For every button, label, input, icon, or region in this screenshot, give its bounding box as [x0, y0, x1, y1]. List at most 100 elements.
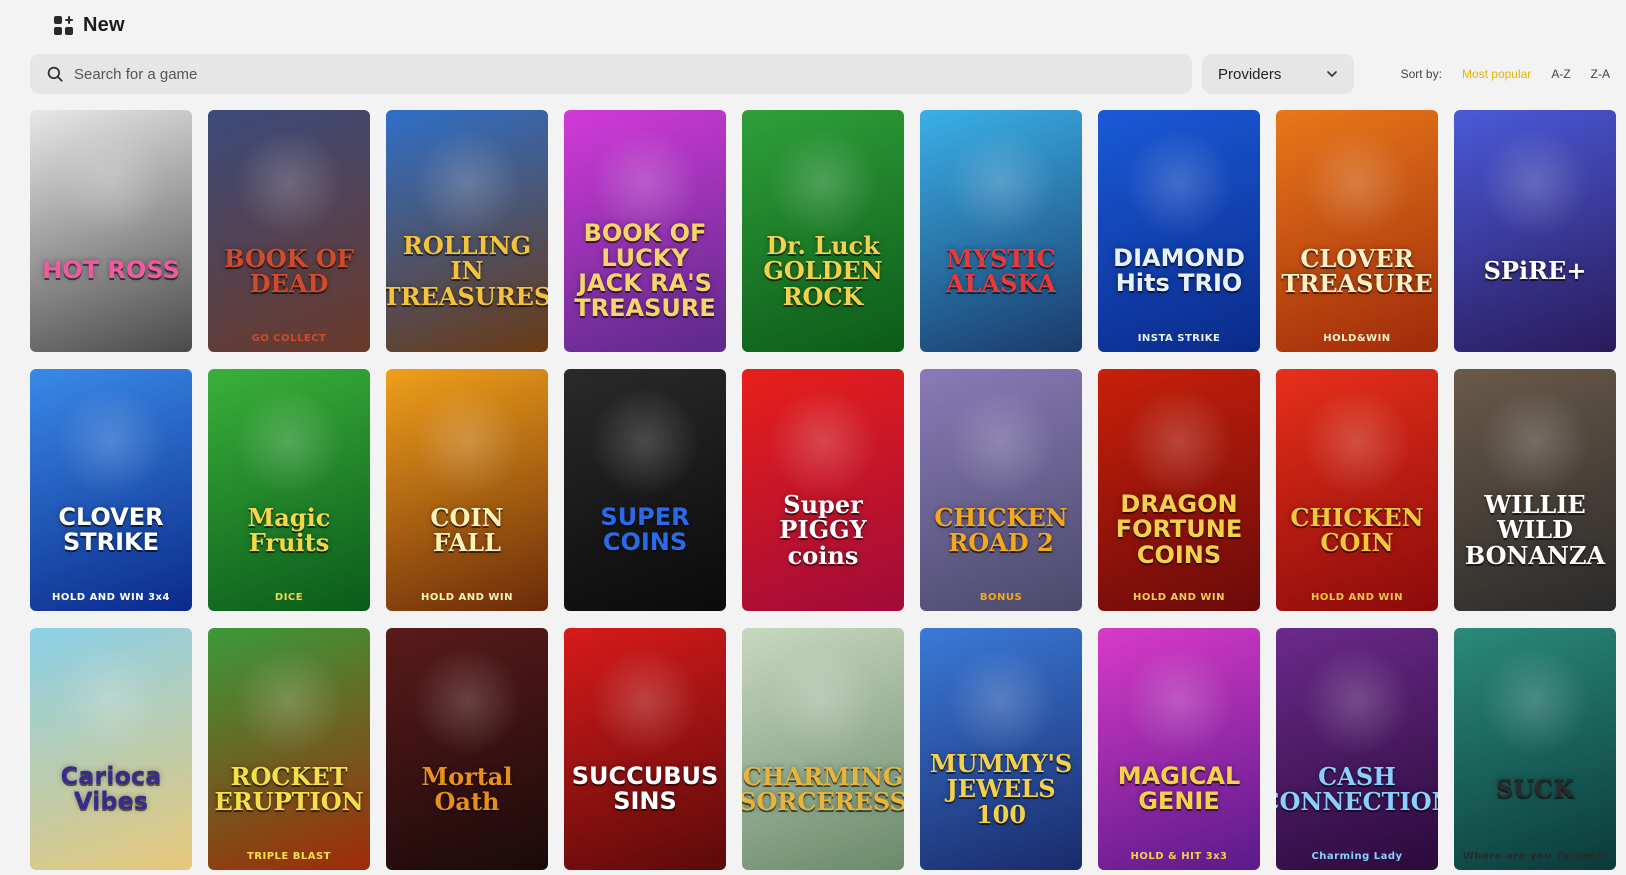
- sort-a-z[interactable]: A-Z: [1551, 67, 1570, 81]
- game-title: CHARMING SORCERESS: [742, 761, 904, 816]
- tile-artwork-glow: [1302, 387, 1412, 497]
- game-title: Super PIGGY coins: [779, 490, 867, 570]
- game-title: Dr. Luck GOLDEN ROCK: [763, 231, 883, 311]
- game-title: BOOK OF DEAD: [224, 243, 354, 298]
- tile-artwork-glow: [768, 646, 878, 756]
- sort-most-popular[interactable]: Most popular: [1462, 67, 1531, 81]
- game-title: HOT ROSS: [42, 256, 180, 285]
- game-tile[interactable]: Carioca Vibes: [30, 628, 192, 870]
- tile-artwork-glow: [1302, 128, 1412, 238]
- game-tile[interactable]: ROCKET ERUPTION TRIPLE BLAST: [208, 628, 370, 870]
- game-title: WILLIE WILD BONANZA: [1464, 490, 1606, 570]
- game-tile[interactable]: Mortal Oath: [386, 628, 548, 870]
- new-games-grid-icon: [54, 15, 73, 35]
- game-title: DIAMOND Hits TRIO: [1113, 243, 1245, 297]
- tile-artwork-glow: [946, 128, 1056, 238]
- game-tile[interactable]: SUPER COINS: [564, 369, 726, 611]
- tile-artwork-glow: [1124, 646, 1234, 756]
- tile-artwork-glow: [56, 387, 166, 497]
- game-tile[interactable]: CHICKEN ROAD 2 BONUS: [920, 369, 1082, 611]
- toolbar: Providers Sort by: Most popular A-Z Z-A: [30, 54, 1610, 94]
- game-tile[interactable]: MYSTIC ALASKA: [920, 110, 1082, 352]
- game-title: DRAGON FORTUNE COINS: [1115, 490, 1243, 569]
- tile-artwork-glow: [1302, 646, 1412, 756]
- game-subtitle: Charming Lady: [1311, 851, 1403, 862]
- game-tile[interactable]: MAGICAL GENIE HOLD & HIT 3x3: [1098, 628, 1260, 870]
- game-subtitle: HOLD AND WIN 3x4: [52, 592, 170, 603]
- tile-artwork-glow: [56, 128, 166, 238]
- search-icon: [47, 66, 63, 82]
- game-title: Magic Fruits: [247, 502, 331, 557]
- game-title: MAGICAL GENIE: [1117, 761, 1241, 815]
- tile-artwork-glow: [1480, 387, 1590, 497]
- game-tile[interactable]: SUCK Where are you Tucker?!: [1454, 628, 1616, 870]
- search-bar[interactable]: [30, 54, 1192, 94]
- game-tile[interactable]: SPiRE+: [1454, 110, 1616, 352]
- game-tile[interactable]: CLOVER TREASURE HOLD&WIN: [1276, 110, 1438, 352]
- game-tile[interactable]: BOOK OF LUCKY JACK RA'S TREASURE: [564, 110, 726, 352]
- page-header: New: [54, 12, 125, 38]
- tile-artwork-glow: [56, 646, 166, 756]
- game-title: MUMMY'S JEWELS 100: [929, 749, 1073, 829]
- game-subtitle: BONUS: [979, 592, 1023, 603]
- game-tile[interactable]: HOT ROSS: [30, 110, 192, 352]
- game-tile[interactable]: MUMMY'S JEWELS 100: [920, 628, 1082, 870]
- tile-artwork-glow: [590, 646, 700, 756]
- game-title: SPiRE+: [1483, 256, 1587, 286]
- tile-artwork-glow: [234, 128, 344, 238]
- tile-artwork-glow: [1124, 387, 1234, 497]
- game-subtitle: GO COLLECT: [251, 333, 327, 344]
- game-title: CASH CONNECTION: [1276, 761, 1438, 816]
- search-input[interactable]: [74, 65, 1074, 83]
- game-tile[interactable]: DRAGON FORTUNE COINS HOLD AND WIN: [1098, 369, 1260, 611]
- game-tile[interactable]: Magic Fruits DICE: [208, 369, 370, 611]
- game-tile[interactable]: Super PIGGY coins: [742, 369, 904, 611]
- sort-label: Sort by:: [1400, 67, 1442, 81]
- tile-artwork-glow: [946, 646, 1056, 756]
- game-tile[interactable]: CLOVER STRIKE HOLD AND WIN 3x4: [30, 369, 192, 611]
- game-tile[interactable]: COIN FALL HOLD AND WIN: [386, 369, 548, 611]
- game-title: MYSTIC ALASKA: [946, 243, 1056, 298]
- game-subtitle: HOLD AND WIN: [1132, 592, 1226, 603]
- tile-artwork-glow: [1480, 646, 1590, 756]
- game-tile[interactable]: DIAMOND Hits TRIO INSTA STRIKE: [1098, 110, 1260, 352]
- tile-artwork-glow: [946, 387, 1056, 497]
- game-tile[interactable]: ROLLING IN TREASURES: [386, 110, 548, 352]
- tile-artwork-glow: [768, 387, 878, 497]
- game-subtitle: TRIPLE BLAST: [246, 851, 331, 862]
- tile-artwork-glow: [412, 387, 522, 497]
- tile-artwork-glow: [234, 387, 344, 497]
- game-title: Mortal Oath: [421, 761, 513, 816]
- game-subtitle: HOLD AND WIN: [420, 592, 514, 603]
- game-title: SUCCUBUS SINS: [571, 761, 719, 815]
- chevron-down-icon: [1327, 71, 1337, 78]
- game-title: SUPER COINS: [600, 502, 690, 556]
- providers-label: Providers: [1218, 65, 1282, 83]
- game-title: CHICKEN COIN: [1290, 502, 1424, 557]
- game-tile[interactable]: SUCCUBUS SINS: [564, 628, 726, 870]
- game-title: CHICKEN ROAD 2: [934, 502, 1068, 557]
- game-tile[interactable]: CASH CONNECTION Charming Lady: [1276, 628, 1438, 870]
- tile-artwork-glow: [1124, 128, 1234, 238]
- game-tile[interactable]: BOOK OF DEAD GO COLLECT: [208, 110, 370, 352]
- tile-artwork-glow: [590, 387, 700, 497]
- tile-artwork-glow: [234, 646, 344, 756]
- game-subtitle: INSTA STRIKE: [1137, 333, 1221, 344]
- game-tile[interactable]: CHARMING SORCERESS: [742, 628, 904, 870]
- tile-artwork-glow: [1480, 128, 1590, 238]
- game-title: COIN FALL: [430, 502, 504, 557]
- game-title: BOOK OF LUCKY JACK RA'S TREASURE: [574, 218, 716, 323]
- game-title: ROCKET ERUPTION: [214, 761, 364, 816]
- game-tile[interactable]: CHICKEN COIN HOLD AND WIN: [1276, 369, 1438, 611]
- game-title: ROLLING IN TREASURES: [386, 231, 548, 311]
- game-subtitle: HOLD&WIN: [1323, 333, 1391, 344]
- game-tile[interactable]: Dr. Luck GOLDEN ROCK: [742, 110, 904, 352]
- game-title: Carioca Vibes: [60, 761, 162, 815]
- game-subtitle: Where are you Tucker?!: [1462, 851, 1608, 862]
- game-tile[interactable]: WILLIE WILD BONANZA: [1454, 369, 1616, 611]
- sort-z-a[interactable]: Z-A: [1591, 67, 1610, 81]
- providers-dropdown[interactable]: Providers: [1202, 54, 1354, 94]
- page-title: New: [83, 13, 125, 36]
- game-title: CLOVER TREASURE: [1281, 243, 1433, 298]
- game-subtitle: DICE: [274, 592, 304, 603]
